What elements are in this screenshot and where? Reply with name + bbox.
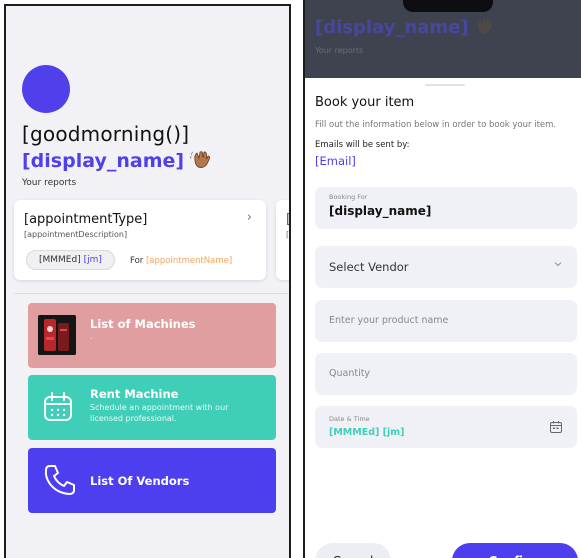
appointment-peek-type: [c <box>286 212 291 227</box>
booking-bottom-sheet: Book your item Fill out the information … <box>305 78 581 558</box>
booking-screen: [display_name] Your reports Book your it… <box>303 0 581 558</box>
list-of-machines-subtitle: . <box>90 332 93 341</box>
device-notch <box>403 0 493 12</box>
section-divider <box>14 293 289 294</box>
appointment-date: [MMMEd] <box>39 255 81 265</box>
booking-for-value: [display_name] <box>329 204 432 218</box>
display-name-heading: [display_name] <box>22 149 212 172</box>
waving-hand-icon <box>474 17 494 35</box>
machine-image <box>38 315 76 355</box>
background-display-name-text: [display_name] <box>315 17 469 38</box>
confirm-button[interactable]: Confirm <box>452 543 578 558</box>
sheet-description: Fill out the information below in order … <box>315 120 557 130</box>
list-of-machines-tile[interactable]: List of Machines . <box>28 303 276 368</box>
booking-for-field[interactable]: Booking For [display_name] <box>315 187 577 229</box>
appointment-for: For [appointmentName] <box>130 256 232 266</box>
rent-machine-tile[interactable]: Rent Machine Schedule an appointment wit… <box>28 375 276 440</box>
appointment-peek-description: [a <box>286 230 290 239</box>
screenshot-root: [goodmorning()] [display_name] Your repo… <box>0 0 581 558</box>
datetime-date: [MMMEd] <box>329 427 380 438</box>
dimmed-background: [display_name] Your reports <box>305 0 581 78</box>
quantity-input[interactable]: Quantity <box>315 353 577 395</box>
sheet-drag-handle[interactable] <box>425 84 465 86</box>
display-name-text: [display_name] <box>22 150 185 172</box>
background-display-name: [display_name] <box>315 17 494 38</box>
cancel-button[interactable]: Cancel <box>315 543 391 558</box>
product-name-placeholder: Enter your product name <box>329 315 449 326</box>
list-of-vendors-title: List Of Vendors <box>90 474 190 488</box>
reports-label: Your reports <box>22 178 77 188</box>
datetime-label: Date & Time <box>329 415 370 423</box>
vendor-select[interactable]: Select Vendor <box>315 246 577 288</box>
datetime-time: [jm] <box>382 427 405 438</box>
appointment-card-peek[interactable]: [c [a <box>276 200 291 280</box>
emails-label: Emails will be sent by: <box>315 140 410 150</box>
datetime-value: [MMMEd] [jm] <box>329 427 405 438</box>
calendar-icon <box>42 391 74 427</box>
vendor-select-value: Select Vendor <box>329 260 409 274</box>
avatar[interactable] <box>22 65 70 113</box>
appointment-datetime-chip: [MMMEd] [jm] <box>26 250 115 270</box>
calendar-small-icon[interactable] <box>549 419 563 433</box>
appointment-card[interactable]: [appointmentType] [appointmentDescriptio… <box>14 200 266 280</box>
waving-hand-icon <box>190 149 212 169</box>
sheet-title: Book your item <box>315 95 415 110</box>
email-value: [Email] <box>315 154 356 168</box>
background-reports-label: Your reports <box>315 46 364 55</box>
greeting-text: [goodmorning()] <box>22 122 190 146</box>
rent-machine-subtitle: Schedule an appointment with our license… <box>90 403 229 423</box>
appointment-name: [appointmentName] <box>145 256 233 266</box>
list-of-machines-title: List of Machines <box>90 317 196 331</box>
product-name-input[interactable]: Enter your product name <box>315 300 577 342</box>
appointment-description: [appointmentDescription] <box>24 230 128 239</box>
booking-for-label: Booking For <box>329 193 368 201</box>
chevron-down-icon <box>553 259 563 272</box>
datetime-field[interactable]: Date & Time [MMMEd] [jm] <box>315 406 577 448</box>
home-screen: [goodmorning()] [display_name] Your repo… <box>4 4 291 558</box>
appointment-type: [appointmentType] <box>24 212 148 227</box>
list-of-vendors-tile[interactable]: List Of Vendors <box>28 448 276 513</box>
quantity-placeholder: Quantity <box>329 368 371 379</box>
appointment-for-label: For <box>130 256 144 266</box>
phone-icon <box>42 462 78 502</box>
chevron-right-icon[interactable]: › <box>247 210 252 225</box>
appointment-time: [jm] <box>83 255 102 265</box>
rent-machine-title: Rent Machine <box>90 387 179 401</box>
